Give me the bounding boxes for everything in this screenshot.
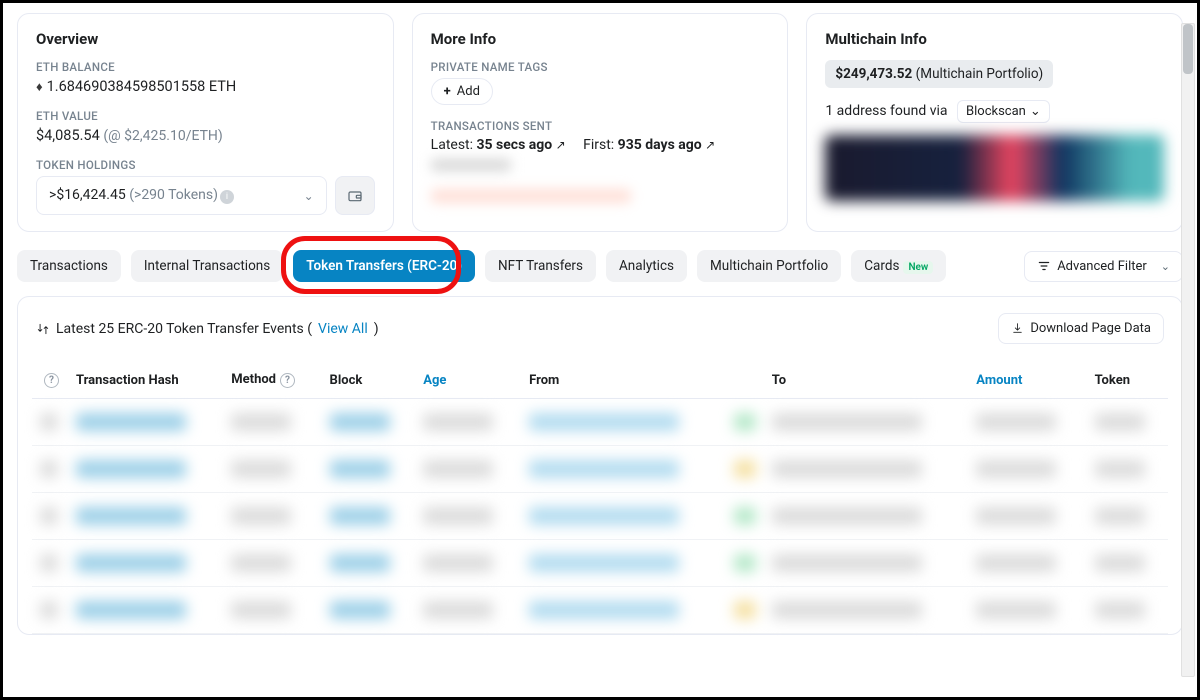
advanced-filter-button[interactable]: Advanced Filter ⌄: [1024, 251, 1183, 282]
col-block: Block: [322, 362, 416, 399]
transfers-table: ? Transaction Hash Method? Block Age Fro…: [32, 362, 1168, 634]
holdings-dropdown-text: >$16,424.45 (>290 Tokens)i: [49, 187, 234, 204]
private-tags-label: PRIVATE NAME TAGS: [431, 60, 770, 74]
blurred-content: [431, 159, 511, 171]
ad-banner[interactable]: [825, 135, 1164, 201]
wallet-icon: [347, 188, 363, 204]
filter-icon: [1037, 259, 1051, 273]
tx-sent-line: Latest: 35 secs ago ↗ First: 935 days ag…: [431, 137, 770, 153]
tab-internal-transactions[interactable]: Internal Transactions: [131, 250, 283, 282]
scrollbar[interactable]: [1181, 23, 1195, 677]
multichain-portfolio-badge[interactable]: $249,473.52 (Multichain Portfolio): [825, 60, 1053, 88]
holdings-label: TOKEN HOLDINGS: [36, 158, 375, 172]
tabs: Transactions Internal Transactions Token…: [17, 250, 946, 282]
blockscan-dropdown[interactable]: Blockscan ⌄: [957, 100, 1050, 123]
tab-nft-transfers[interactable]: NFT Transfers: [485, 250, 596, 282]
chevron-down-icon: ⌄: [1030, 104, 1041, 119]
multichain-found-text: 1 address found via Blockscan ⌄: [825, 100, 1164, 123]
moreinfo-card: More Info PRIVATE NAME TAGS +Add TRANSAC…: [412, 13, 789, 232]
info-badge-icon: i: [220, 190, 234, 204]
tab-analytics[interactable]: Analytics: [606, 250, 687, 282]
sort-icon[interactable]: [36, 322, 50, 336]
overview-card: Overview ETH BALANCE 1.68469038459850155…: [17, 13, 394, 232]
download-icon: [1011, 322, 1024, 335]
blurred-content: [431, 189, 631, 203]
eth-value-label: ETH VALUE: [36, 109, 375, 123]
col-to: To: [764, 362, 969, 399]
section-summary: Latest 25 ERC-20 Token Transfer Events (…: [36, 321, 379, 337]
arrow-out-icon[interactable]: ↗: [705, 138, 715, 152]
chevron-down-icon: ⌄: [304, 189, 314, 203]
table-row: [32, 587, 1168, 634]
wallet-button[interactable]: [335, 176, 375, 215]
multichain-title: Multichain Info: [825, 30, 1164, 48]
multichain-card: Multichain Info $249,473.52 (Multichain …: [806, 13, 1183, 232]
plus-icon: +: [444, 84, 451, 99]
ethereum-icon: [36, 78, 47, 95]
transfers-section: Latest 25 ERC-20 Token Transfer Events (…: [17, 296, 1183, 635]
help-icon[interactable]: ?: [44, 373, 59, 388]
tab-multichain-portfolio[interactable]: Multichain Portfolio: [697, 250, 841, 282]
overview-title: Overview: [36, 30, 375, 48]
col-age[interactable]: Age: [415, 362, 521, 399]
token-holdings-dropdown[interactable]: >$16,424.45 (>290 Tokens)i ⌄: [36, 176, 327, 215]
col-amount[interactable]: Amount: [968, 362, 1086, 399]
view-all-link[interactable]: View All: [318, 321, 368, 337]
eth-balance-label: ETH BALANCE: [36, 60, 375, 74]
table-row: [32, 446, 1168, 493]
help-icon[interactable]: ?: [280, 373, 295, 388]
table-row: [32, 540, 1168, 587]
tab-transactions[interactable]: Transactions: [17, 250, 121, 282]
new-badge: New: [903, 261, 933, 274]
add-tag-button[interactable]: +Add: [431, 78, 493, 105]
col-token: Token: [1087, 362, 1168, 399]
table-row: [32, 493, 1168, 540]
scrollbar-thumb[interactable]: [1183, 24, 1193, 74]
eth-value: $4,085.54 (@ $2,425.10/ETH): [36, 127, 375, 144]
tab-token-transfers[interactable]: Token Transfers (ERC-20): [293, 250, 475, 282]
col-hash: Transaction Hash: [68, 362, 223, 399]
arrow-out-icon[interactable]: ↗: [556, 138, 566, 152]
chevron-down-icon: ⌄: [1153, 260, 1170, 273]
tx-sent-label: TRANSACTIONS SENT: [431, 119, 770, 133]
col-from: From: [521, 362, 726, 399]
download-page-data-button[interactable]: Download Page Data: [998, 313, 1164, 344]
table-row: [32, 399, 1168, 446]
col-method: Method?: [223, 362, 321, 399]
tab-cards[interactable]: CardsNew: [851, 250, 946, 282]
moreinfo-title: More Info: [431, 30, 770, 48]
eth-balance-value: 1.684690384598501558 ETH: [36, 78, 375, 95]
